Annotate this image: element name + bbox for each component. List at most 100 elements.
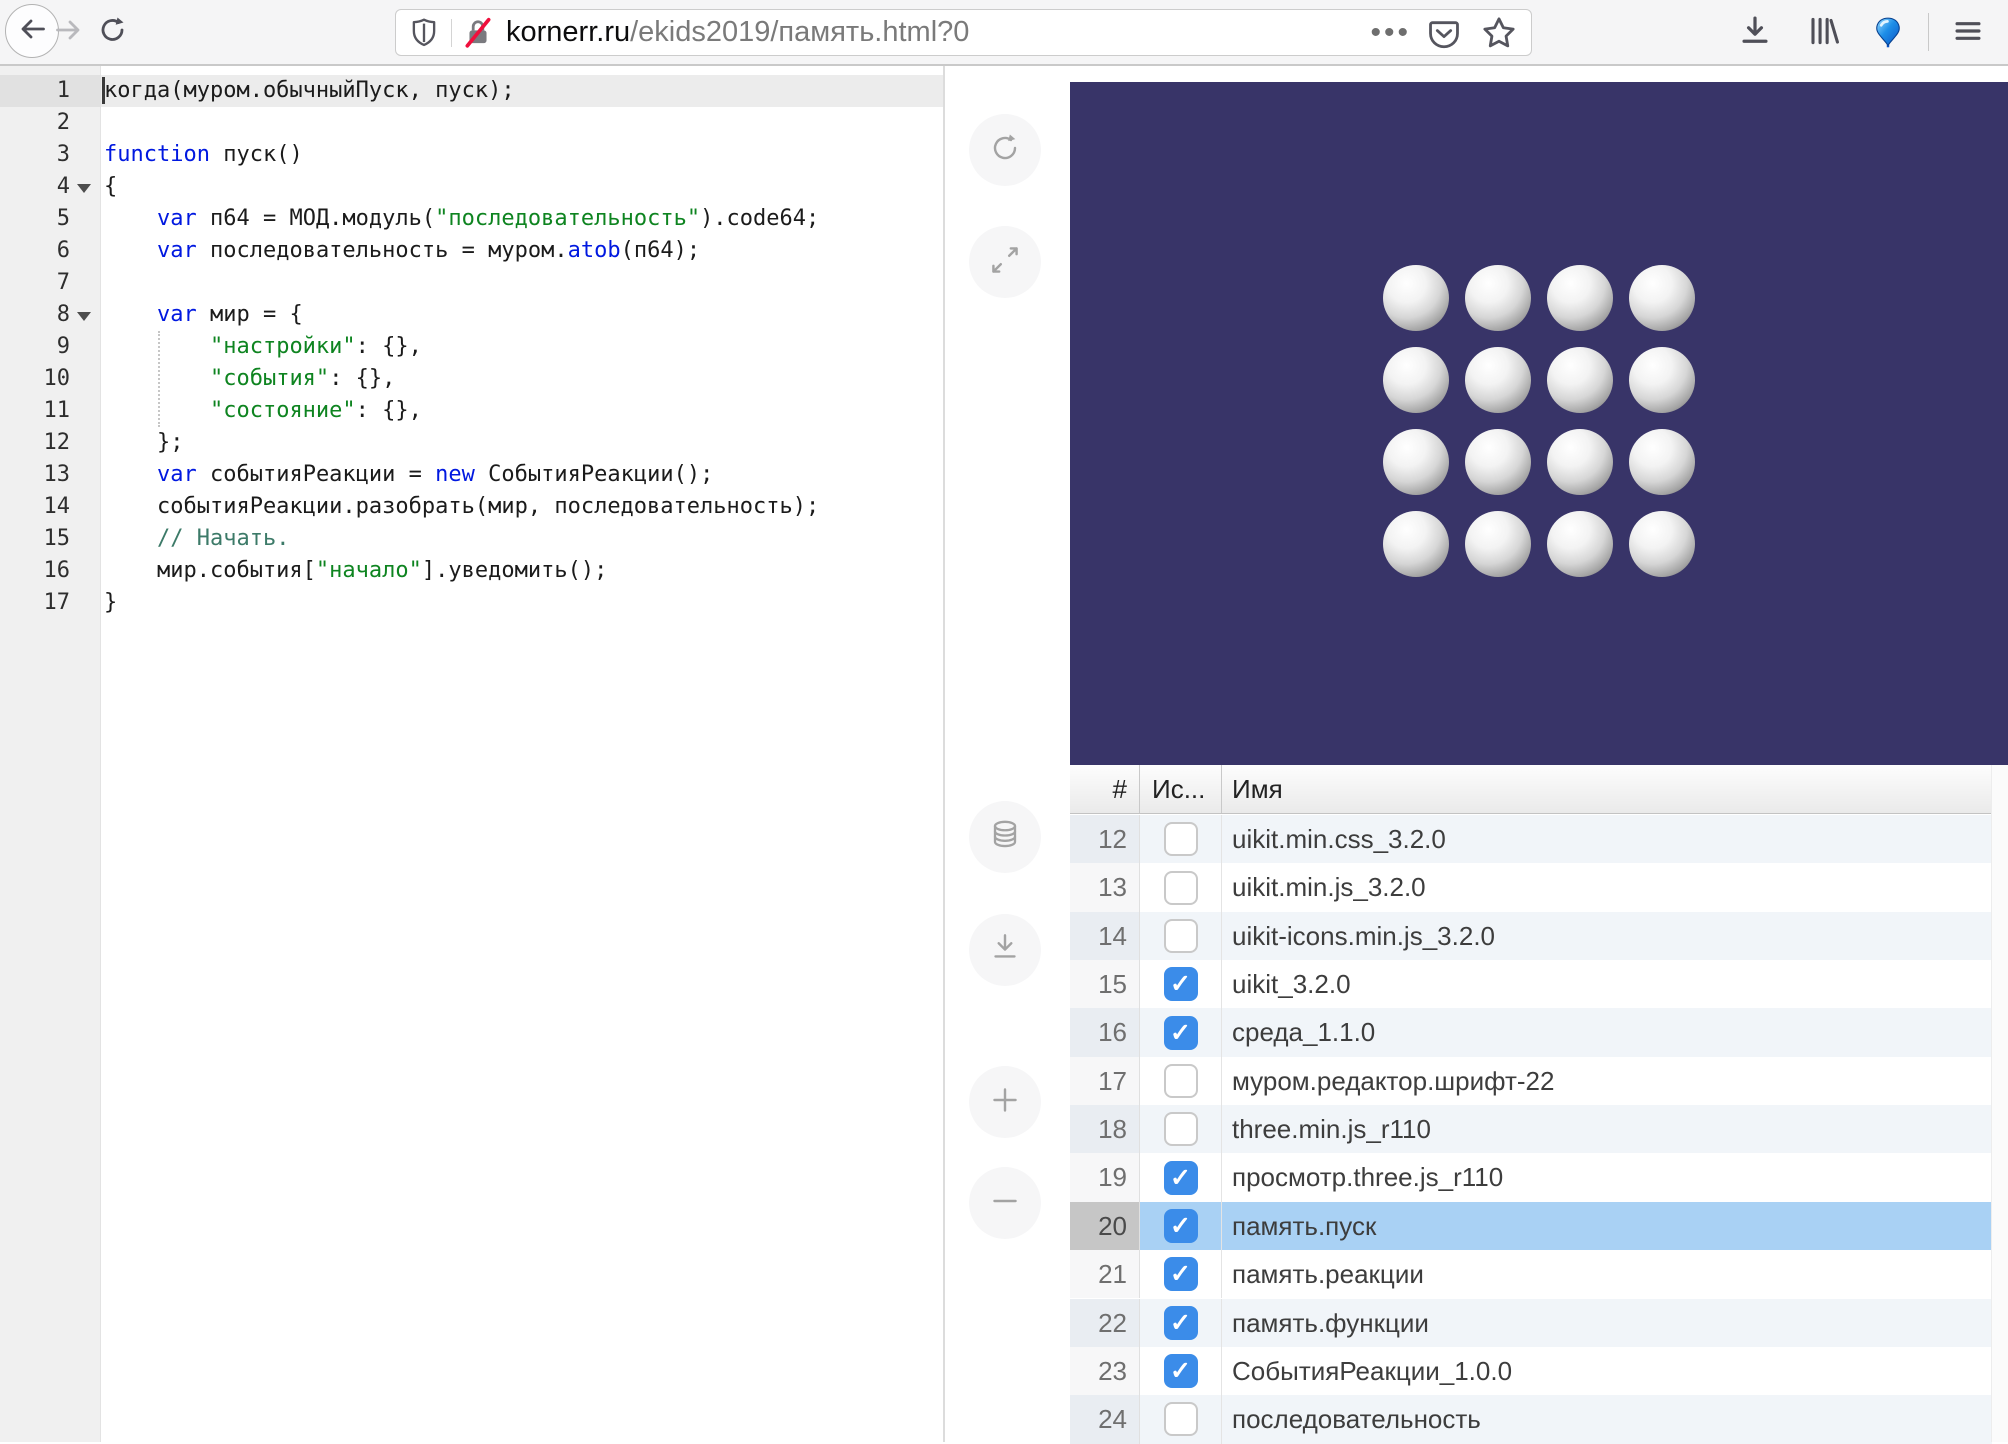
download-button[interactable] xyxy=(969,914,1041,986)
urlbar-separator xyxy=(451,19,452,47)
code-text: "состояние": {}, xyxy=(104,395,422,427)
table-row[interactable]: 14uikit-icons.min.js_3.2.0 xyxy=(1070,912,1992,960)
header-use[interactable]: Ис... xyxy=(1140,765,1222,813)
tracking-protection-shield-icon[interactable] xyxy=(409,17,439,49)
code-line[interactable]: 6 var последовательность = муром.atob(п6… xyxy=(0,235,943,267)
use-cell xyxy=(1140,1105,1222,1153)
use-cell xyxy=(1140,1057,1222,1105)
code-line[interactable]: 12 }; xyxy=(0,427,943,459)
code-line[interactable]: 1когда(муром.обычныйПуск, пуск); xyxy=(0,75,943,107)
insecure-lock-icon[interactable] xyxy=(463,17,493,49)
use-checkbox[interactable] xyxy=(1164,871,1198,905)
extension-gem-button[interactable] xyxy=(1868,13,1908,53)
bookmark-star-icon[interactable] xyxy=(1481,15,1517,51)
back-arrow-icon xyxy=(17,14,47,49)
use-checkbox[interactable]: ✓ xyxy=(1164,1161,1198,1195)
table-row[interactable]: 21✓память.реакции xyxy=(1070,1250,1992,1298)
forward-arrow-icon xyxy=(54,15,84,50)
use-checkbox[interactable]: ✓ xyxy=(1164,967,1198,1001)
url-domain: kornerr.ru xyxy=(506,16,630,48)
use-cell xyxy=(1140,912,1222,960)
fold-marker-icon[interactable] xyxy=(77,184,91,193)
fold-marker-icon[interactable] xyxy=(77,312,91,321)
forward-button[interactable] xyxy=(52,18,86,46)
table-row[interactable]: 22✓память.функции xyxy=(1070,1299,1992,1347)
row-number: 18 xyxy=(1070,1105,1140,1153)
code-text: var мир = { xyxy=(104,299,303,331)
page-actions-icon[interactable]: ••• xyxy=(1370,16,1411,50)
expand-arrows-icon xyxy=(985,240,1025,285)
url-text[interactable]: kornerr.ru/ekids2019/память.html?0 xyxy=(506,16,1370,49)
code-text: var п64 = МОД.модуль("последовательность… xyxy=(104,203,819,235)
url-bar[interactable]: kornerr.ru/ekids2019/память.html?0 ••• xyxy=(395,9,1532,56)
use-checkbox[interactable]: ✓ xyxy=(1164,1257,1198,1291)
code-line[interactable]: 10 "события": {}, xyxy=(0,363,943,395)
fullscreen-button[interactable] xyxy=(969,226,1041,298)
line-number: 15 xyxy=(0,523,70,555)
table-row[interactable]: 16✓среда_1.1.0 xyxy=(1070,1008,1992,1056)
module-name: последовательность xyxy=(1222,1395,1992,1443)
line-number: 13 xyxy=(0,459,70,491)
code-line[interactable]: 5 var п64 = МОД.модуль("последовательнос… xyxy=(0,203,943,235)
sphere xyxy=(1465,265,1531,331)
code-text: "настройки": {}, xyxy=(104,331,422,363)
render-canvas[interactable] xyxy=(1070,82,2008,765)
code-line[interactable]: 8 var мир = { xyxy=(0,299,943,331)
use-checkbox[interactable] xyxy=(1164,1112,1198,1146)
code-editor[interactable]: 1когда(муром.обычныйПуск, пуск);23functi… xyxy=(0,66,943,1442)
use-checkbox[interactable]: ✓ xyxy=(1164,1209,1198,1243)
table-row[interactable]: 19✓просмотр.three.js_r110 xyxy=(1070,1153,1992,1201)
downloads-button[interactable] xyxy=(1735,13,1775,53)
menu-button[interactable] xyxy=(1948,13,1988,53)
use-checkbox[interactable]: ✓ xyxy=(1164,1016,1198,1050)
use-checkbox[interactable] xyxy=(1164,919,1198,953)
use-checkbox[interactable]: ✓ xyxy=(1164,1354,1198,1388)
use-checkbox[interactable] xyxy=(1164,1064,1198,1098)
row-number: 20 xyxy=(1070,1202,1140,1250)
row-number: 17 xyxy=(1070,1057,1140,1105)
module-name: uikit_3.2.0 xyxy=(1222,960,1992,1008)
row-number: 21 xyxy=(1070,1250,1140,1298)
table-row[interactable]: 20✓память.пуск xyxy=(1070,1202,1992,1250)
code-line[interactable]: 16 мир.события["начало"].уведомить(); xyxy=(0,555,943,587)
code-line[interactable]: 2 xyxy=(0,107,943,139)
code-line[interactable]: 11 "состояние": {}, xyxy=(0,395,943,427)
library-books-icon xyxy=(1804,13,1840,54)
table-row[interactable]: 24 последовательность xyxy=(1070,1395,1992,1443)
table-scrollbar[interactable] xyxy=(1991,765,2008,1442)
code-line[interactable]: 7 xyxy=(0,267,943,299)
code-line[interactable]: 15 // Начать. xyxy=(0,523,943,555)
table-row[interactable]: 17муром.редактор.шрифт-22 xyxy=(1070,1057,1992,1105)
header-name[interactable]: Имя xyxy=(1222,765,1991,813)
reload-view-button[interactable] xyxy=(969,114,1041,186)
editor-divider xyxy=(943,66,945,1442)
code-line[interactable]: 3function пуск() xyxy=(0,139,943,171)
row-number: 24 xyxy=(1070,1395,1140,1443)
code-line[interactable]: 4{ xyxy=(0,171,943,203)
sphere xyxy=(1547,347,1613,413)
back-button[interactable] xyxy=(5,4,59,58)
use-checkbox[interactable]: ✓ xyxy=(1164,1306,1198,1340)
sphere xyxy=(1629,347,1695,413)
database-button[interactable] xyxy=(969,801,1041,873)
sphere xyxy=(1383,265,1449,331)
table-row[interactable]: 23✓СобытияРеакции_1.0.0 xyxy=(1070,1347,1992,1395)
use-checkbox[interactable] xyxy=(1164,822,1198,856)
library-button[interactable] xyxy=(1802,13,1842,53)
zoom-out-button[interactable] xyxy=(969,1167,1041,1239)
zoom-in-button[interactable] xyxy=(969,1066,1041,1138)
code-line[interactable]: 13 var событияРеакции = new СобытияРеакц… xyxy=(0,459,943,491)
table-row[interactable]: 12uikit.min.css_3.2.0 xyxy=(1070,815,1992,863)
use-checkbox[interactable] xyxy=(1164,1402,1198,1436)
table-row[interactable]: 13uikit.min.js_3.2.0 xyxy=(1070,863,1992,911)
table-row[interactable]: 15✓uikit_3.2.0 xyxy=(1070,960,1992,1008)
pocket-icon[interactable] xyxy=(1427,16,1461,50)
reload-button[interactable] xyxy=(96,17,130,47)
table-row[interactable]: 18three.min.js_r110 xyxy=(1070,1105,1992,1153)
code-line[interactable]: 9 "настройки": {}, xyxy=(0,331,943,363)
code-line[interactable]: 14 событияРеакции.разобрать(мир, последо… xyxy=(0,491,943,523)
header-number[interactable]: # xyxy=(1070,765,1140,813)
line-number: 4 xyxy=(0,171,70,203)
sphere xyxy=(1629,429,1695,495)
code-line[interactable]: 17} xyxy=(0,587,943,619)
